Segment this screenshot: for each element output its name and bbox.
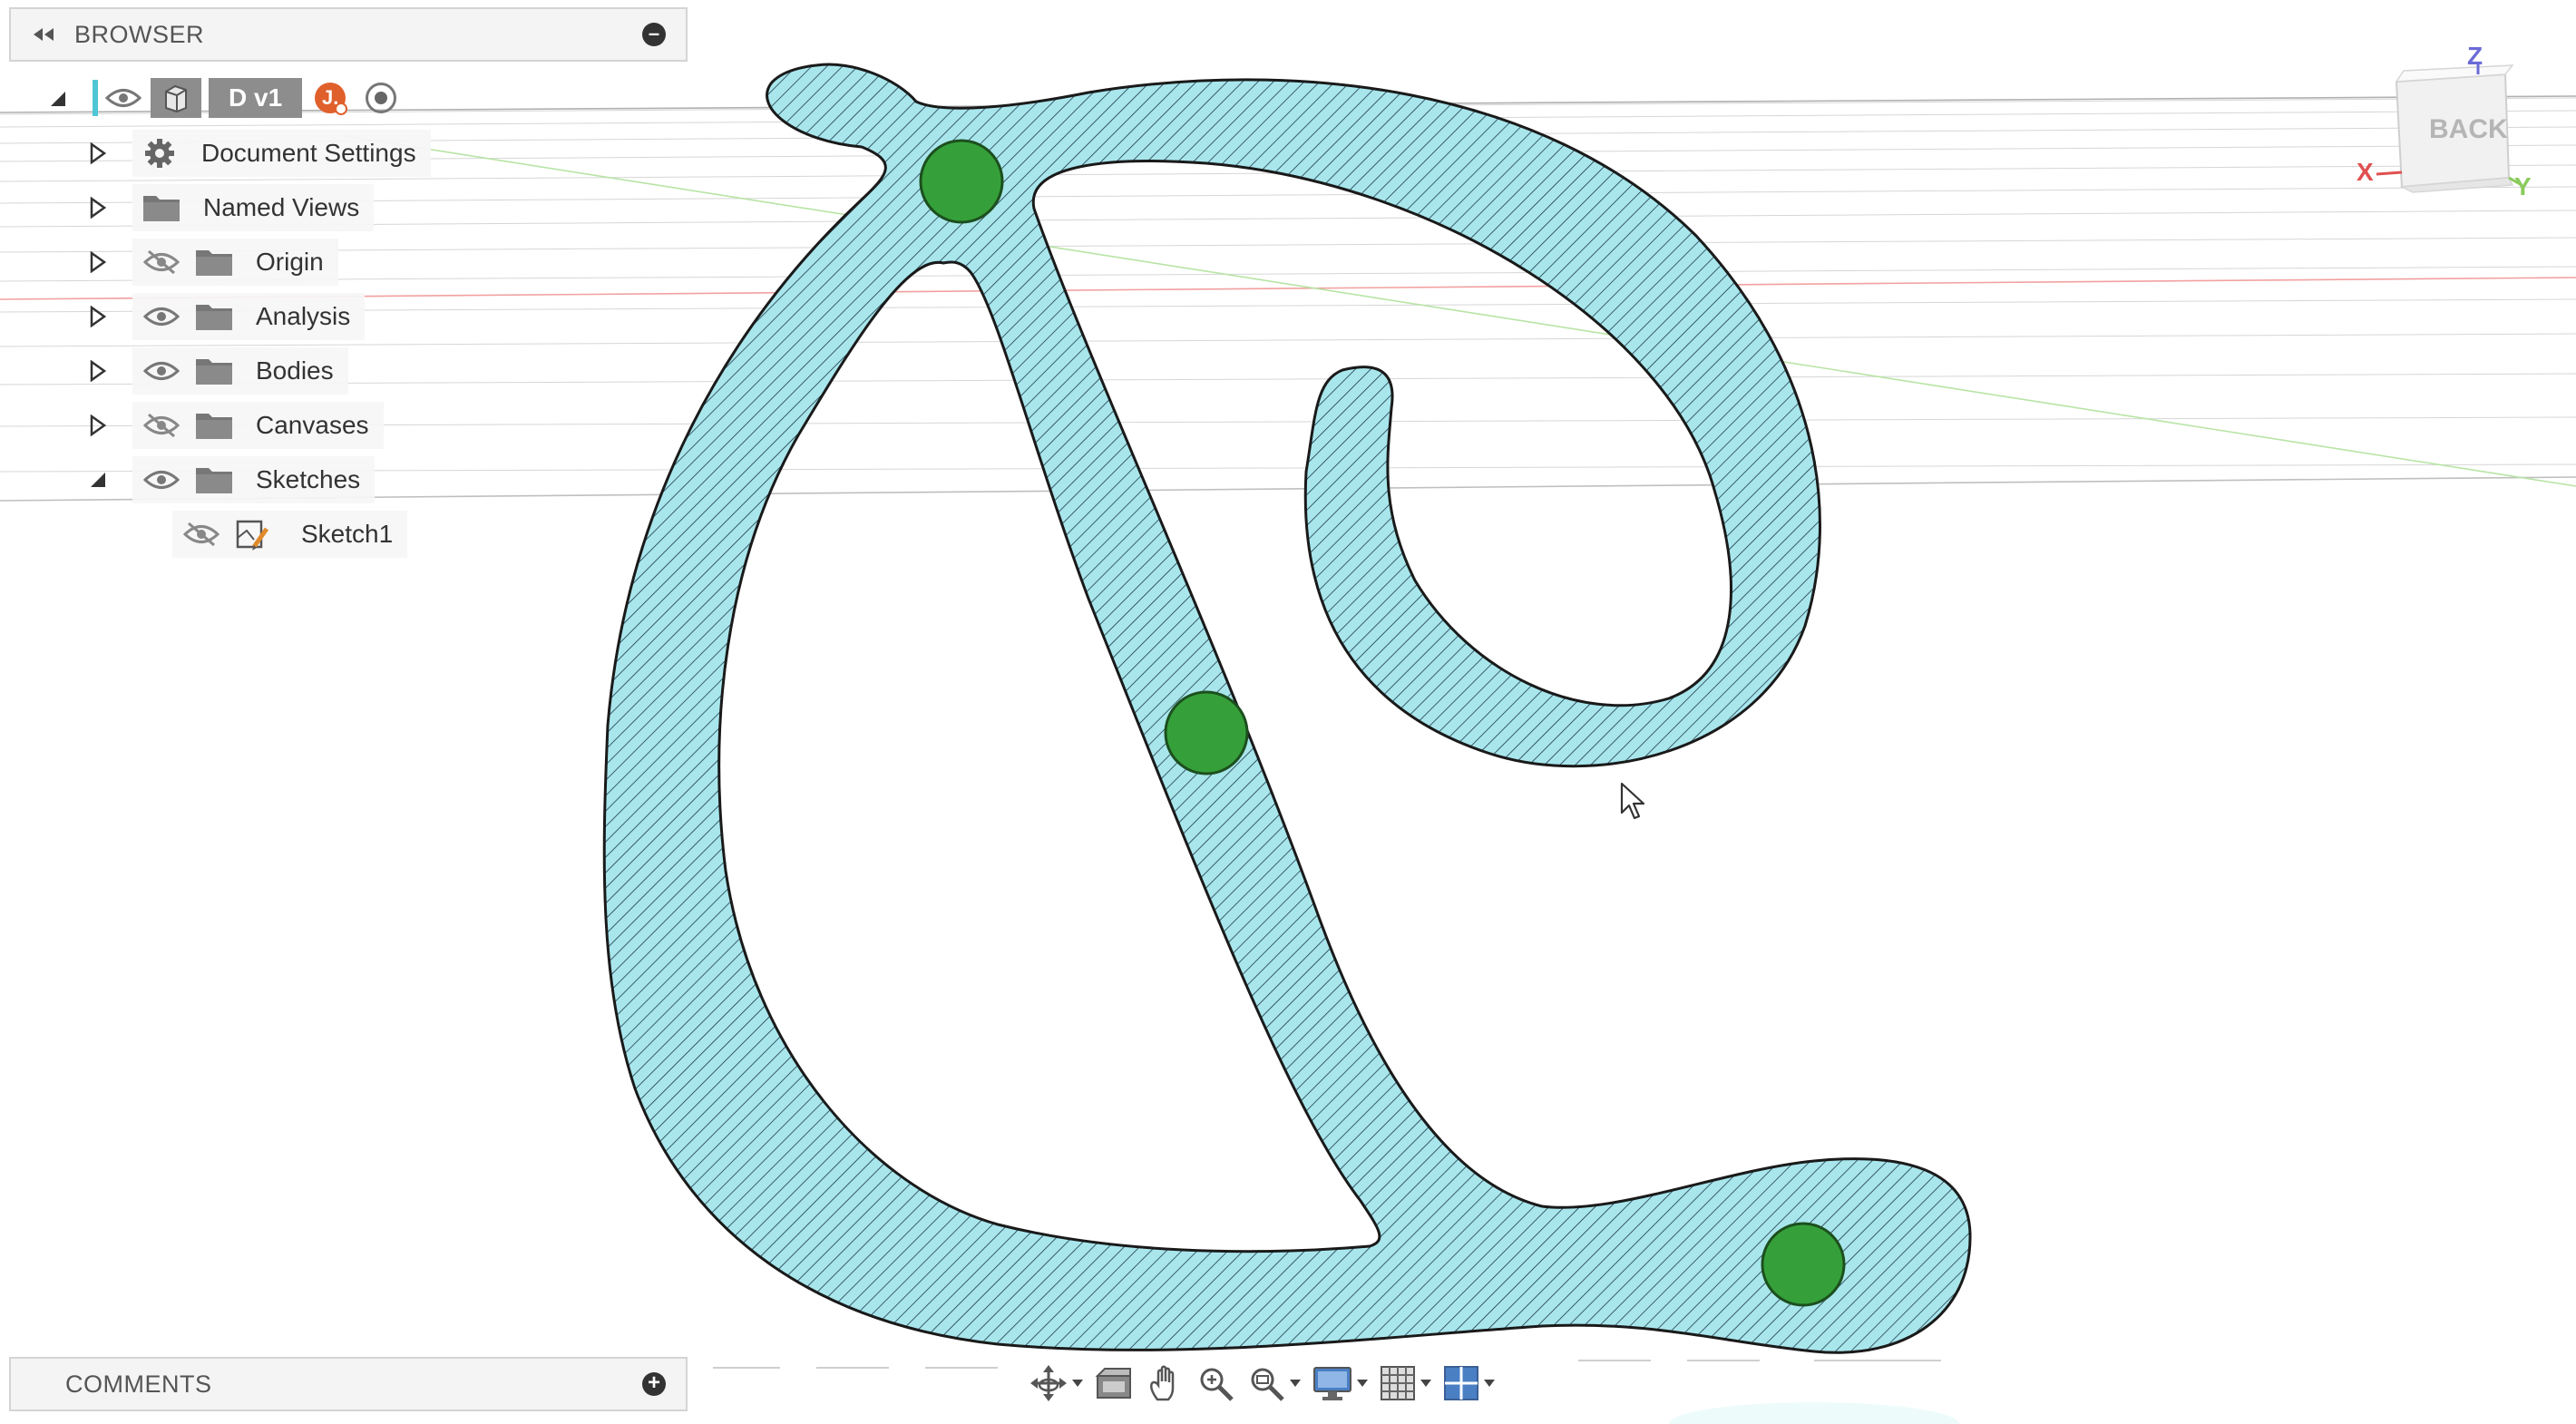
- canvas-viewport[interactable]: [0, 0, 2576, 1424]
- add-comment-button[interactable]: +: [642, 1372, 666, 1396]
- expand-arrow-icon[interactable]: [87, 412, 109, 439]
- tree-item-analysis[interactable]: Analysis: [132, 293, 366, 340]
- tree-item-named-views[interactable]: Named Views: [132, 184, 375, 231]
- component-icon: [151, 78, 201, 118]
- chevron-down-icon[interactable]: [1355, 1361, 1370, 1406]
- tree-item-label: Sketch1: [301, 520, 394, 548]
- comments-title: COMMENTS: [65, 1370, 212, 1398]
- zoom-icon[interactable]: [1195, 1361, 1235, 1406]
- tree-item-sketch1[interactable]: Sketch1: [172, 511, 408, 558]
- tree-item-bodies[interactable]: Bodies: [132, 347, 348, 395]
- eye-icon[interactable]: [141, 303, 181, 330]
- chevron-down-icon[interactable]: [1482, 1361, 1497, 1406]
- tree-item-label: Named Views: [203, 193, 360, 221]
- minimize-panel-button[interactable]: –: [642, 23, 666, 46]
- orbit-icon[interactable]: [1029, 1361, 1068, 1406]
- comments-header[interactable]: COMMENTS +: [9, 1357, 688, 1411]
- sketch-point[interactable]: [1761, 1222, 1846, 1307]
- tree-item-document-settings[interactable]: Document Settings: [132, 130, 431, 177]
- zoom-window-icon[interactable]: [1246, 1361, 1286, 1406]
- tree-item-label: Bodies: [256, 356, 334, 385]
- browser-title: BROWSER: [74, 20, 205, 48]
- folder-icon: [141, 192, 181, 223]
- expand-arrow-icon[interactable]: [87, 194, 109, 221]
- expand-arrow-icon[interactable]: [87, 140, 109, 167]
- browser-header[interactable]: BROWSER –: [9, 7, 688, 62]
- axis-x-line: [2376, 171, 2403, 176]
- eye-icon[interactable]: [141, 466, 181, 493]
- chevron-down-icon[interactable]: [1288, 1361, 1303, 1406]
- tree-item-label: Document Settings: [201, 139, 416, 167]
- tree-item-origin[interactable]: Origin: [132, 239, 338, 286]
- tree-item-canvases[interactable]: Canvases: [132, 402, 384, 449]
- expand-arrow-icon[interactable]: [87, 357, 109, 385]
- root-component-row[interactable]: D v1 J.: [93, 74, 397, 122]
- gear-icon: [141, 135, 178, 171]
- axis-y-label: Y: [2514, 172, 2532, 200]
- activate-component-icon[interactable]: [366, 83, 397, 113]
- sketch-point[interactable]: [919, 139, 1004, 224]
- viewports-icon[interactable]: [1442, 1361, 1480, 1406]
- expand-arrow-icon[interactable]: [87, 303, 109, 330]
- axis-x-label: X: [2356, 158, 2374, 186]
- collapse-arrow-icon[interactable]: [87, 466, 109, 493]
- look-at-icon[interactable]: [1094, 1361, 1134, 1406]
- folder-icon: [194, 247, 234, 278]
- navigation-toolbar: [1018, 1357, 1506, 1409]
- folder-icon: [194, 356, 234, 386]
- sketch-point[interactable]: [1164, 690, 1249, 775]
- axis-z-label: Z: [2467, 42, 2483, 70]
- viewcube-face-back[interactable]: BACK: [2429, 114, 2508, 145]
- x-axis-line: [0, 277, 2576, 300]
- user-avatar: J.: [315, 83, 348, 115]
- root-component-name: D v1: [209, 78, 303, 118]
- sketch-profile[interactable]: [602, 63, 1972, 1354]
- folder-icon: [194, 410, 234, 441]
- sketch-icon: [234, 519, 274, 551]
- tree-item-label: Canvases: [256, 411, 369, 439]
- eye-hidden-icon[interactable]: [141, 249, 181, 276]
- chevron-down-icon[interactable]: [1419, 1361, 1433, 1406]
- folder-icon: [194, 464, 234, 495]
- eye-icon[interactable]: [141, 357, 181, 385]
- eye-hidden-icon[interactable]: [181, 521, 221, 548]
- tree-item-label: Analysis: [256, 302, 351, 330]
- grid-icon[interactable]: [1379, 1361, 1417, 1406]
- ground-shadow: [1669, 1402, 1959, 1424]
- tree-item-label: Origin: [256, 248, 324, 276]
- root-collapse-toggle[interactable]: [47, 85, 69, 112]
- pan-icon[interactable]: [1145, 1361, 1185, 1406]
- tree-item-label: Sketches: [256, 465, 361, 493]
- folder-icon: [194, 301, 234, 332]
- active-indicator: [93, 80, 98, 116]
- display-settings-icon[interactable]: [1312, 1361, 1353, 1406]
- expand-arrow-icon[interactable]: [87, 249, 109, 276]
- collapse-panel-icon[interactable]: [27, 19, 58, 50]
- eye-hidden-icon[interactable]: [141, 412, 181, 439]
- mouse-cursor-icon: [1620, 782, 1645, 820]
- chevron-down-icon[interactable]: [1070, 1361, 1085, 1406]
- tree-item-sketches[interactable]: Sketches: [132, 456, 376, 503]
- eye-icon[interactable]: [103, 84, 143, 112]
